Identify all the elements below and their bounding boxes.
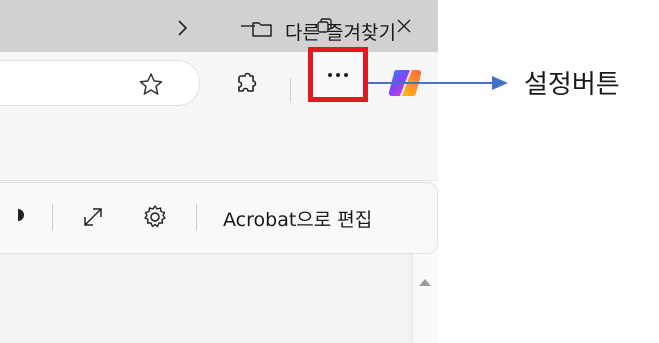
page-content-area (0, 254, 438, 343)
pdf-toolbar-divider (196, 204, 197, 230)
fullscreen-button[interactable] (80, 204, 106, 230)
edit-with-acrobat-button[interactable]: Acrobat으로 편집 (223, 205, 372, 232)
annotation-arrow-line (368, 82, 494, 84)
settings-and-more-button[interactable] (308, 47, 368, 102)
other-favorites-folder[interactable] (250, 17, 274, 41)
pdf-partial-icon[interactable] (18, 206, 26, 224)
gear-icon (144, 205, 166, 228)
extensions-button[interactable] (232, 70, 262, 100)
annotation-label: 설정버튼 (524, 70, 620, 100)
star-icon (139, 73, 163, 95)
close-icon (397, 19, 411, 33)
scroll-up-button[interactable] (418, 272, 432, 286)
pdf-toolbar (0, 182, 438, 254)
folder-icon (252, 22, 272, 37)
more-dots-icon (328, 72, 348, 77)
favorites-divider (224, 18, 225, 40)
browser-toolbar (0, 52, 438, 122)
favorites-bar (0, 122, 438, 181)
address-bar[interactable] (0, 60, 200, 106)
expand-icon (84, 208, 102, 226)
favorites-overflow-button[interactable] (170, 16, 194, 40)
chevron-right-icon (178, 20, 188, 36)
toolbar-divider (290, 78, 291, 102)
annotation-arrow-head (492, 76, 508, 90)
triangle-up-icon (419, 279, 431, 286)
puzzle-icon (238, 72, 257, 92)
browser-window: 다른 즐겨찾기 Acrobat으로 편집 (0, 0, 438, 343)
vertical-scrollbar[interactable] (412, 254, 438, 343)
other-favorites-label[interactable]: 다른 즐겨찾기 (285, 18, 396, 45)
pdf-toolbar-divider (52, 204, 53, 230)
add-favorite-button[interactable] (136, 70, 166, 100)
screenshot-stage: 다른 즐겨찾기 Acrobat으로 편집 설정버튼 (0, 0, 659, 343)
pdf-settings-button[interactable] (140, 202, 170, 232)
